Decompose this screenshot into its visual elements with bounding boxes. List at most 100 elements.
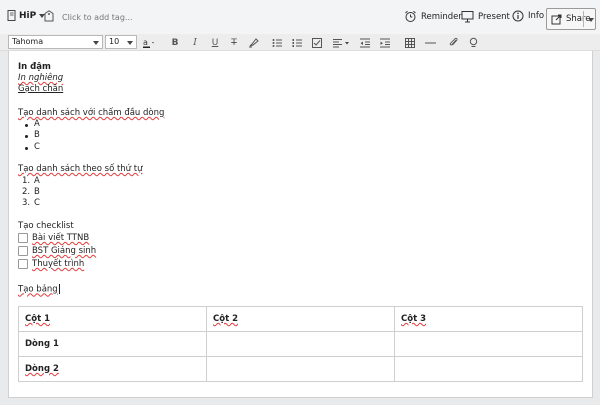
numbered-list-heading: Tạo danh sách theo số thứ tự xyxy=(18,164,143,174)
insert-table-button[interactable] xyxy=(403,36,417,49)
share-dropdown-icon[interactable] xyxy=(588,18,594,22)
underlined-text: Gạch chân xyxy=(18,84,64,94)
table-cell-text: Dòng 1 xyxy=(25,339,59,349)
underline-button[interactable]: U xyxy=(208,36,222,49)
outdent-icon xyxy=(359,38,370,47)
info-icon xyxy=(512,10,524,22)
table-cell[interactable] xyxy=(394,356,583,382)
table-cell[interactable] xyxy=(394,331,583,357)
bulb-icon xyxy=(469,37,477,47)
list-item: B xyxy=(34,130,40,140)
text-cursor xyxy=(58,284,60,294)
checklist-checkbox[interactable] xyxy=(18,246,28,256)
outdent-button[interactable] xyxy=(358,36,372,49)
add-tag-input[interactable]: Click to add tag... xyxy=(62,13,133,22)
highlighter-icon xyxy=(248,38,259,48)
table-cell[interactable]: Cột 2 xyxy=(206,306,395,332)
present-label: Present xyxy=(478,11,510,22)
table-cell-text: Cột 3 xyxy=(401,314,427,324)
checklist-item-text: BST Giáng sinh xyxy=(32,246,97,256)
table-heading-text: Tạo bảng xyxy=(18,284,58,295)
table-cell[interactable]: Dòng 2 xyxy=(18,356,207,382)
list-number: 2. xyxy=(22,187,31,197)
svg-text:a: a xyxy=(143,38,148,47)
table-cell[interactable]: Cột 3 xyxy=(394,306,583,332)
alarm-clock-icon xyxy=(405,10,416,22)
list-number: 1. xyxy=(22,176,31,186)
horizontal-rule-button[interactable] xyxy=(423,36,437,49)
notebook-icon xyxy=(7,10,16,21)
more-formatting-button[interactable] xyxy=(466,36,480,49)
list-item: B xyxy=(34,187,40,197)
share-icon xyxy=(551,14,562,25)
horizontal-rule-icon xyxy=(424,42,436,43)
bulleted-list-button[interactable] xyxy=(270,36,284,49)
chevron-down-icon xyxy=(127,41,133,45)
tag-icon[interactable] xyxy=(44,10,54,25)
numbered-list-heading-text: Tạo danh sách theo số thứ tự xyxy=(18,164,143,174)
font-size-value: 10 xyxy=(109,37,120,46)
presentation-icon xyxy=(461,11,474,23)
note-table[interactable]: Cột 1 Cột 2 Cột 3 Dòng 1 Dòng 2 xyxy=(18,306,583,382)
italic-button[interactable]: I xyxy=(188,36,202,49)
bullet-list-heading-text: Tạo danh sách với chấm đầu dòng xyxy=(18,108,165,118)
attach-file-button[interactable] xyxy=(446,36,460,49)
italic-text-value: In nghiêng xyxy=(18,73,64,83)
list-item: C xyxy=(34,198,40,208)
indent-icon xyxy=(379,38,390,47)
table-row: Cột 1 Cột 2 Cột 3 xyxy=(18,306,583,332)
table-cell[interactable]: Dòng 1 xyxy=(18,331,207,357)
bullet-list-icon xyxy=(272,38,282,47)
share-divider xyxy=(583,11,584,27)
highlight-button[interactable] xyxy=(246,36,260,49)
bullet-marker xyxy=(25,135,28,138)
list-item: A xyxy=(34,176,40,186)
checklist-heading: Tạo checklist xyxy=(18,221,74,231)
align-left-icon xyxy=(332,38,349,47)
checklist-item: Bài viết TTNB xyxy=(32,233,89,243)
table-cell-text: Cột 1 xyxy=(25,314,51,324)
notebook-name: HiP xyxy=(19,10,37,21)
font-family-value: Tahoma xyxy=(12,37,44,46)
checklist-item: Thuyết trình xyxy=(32,259,84,269)
reminder-button[interactable]: Reminder xyxy=(404,10,462,23)
checklist-checkbox[interactable] xyxy=(18,259,28,269)
text-color-icon: a xyxy=(143,38,154,48)
present-button[interactable]: Present xyxy=(461,10,510,23)
table-row: Dòng 1 xyxy=(18,331,583,357)
notebook-selector[interactable]: HiP xyxy=(7,10,46,21)
checkbox-button[interactable] xyxy=(310,36,324,49)
font-family-select[interactable]: Tahoma xyxy=(8,35,103,49)
numbered-list-icon xyxy=(292,38,302,47)
font-size-select[interactable]: 10 xyxy=(105,35,137,49)
text-color-button[interactable]: a xyxy=(142,36,156,49)
note-editor[interactable]: In đậm In nghiêng Gạch chân Tạo danh sác… xyxy=(8,51,593,398)
checklist-item: BST Giáng sinh xyxy=(32,246,96,256)
share-button[interactable]: Share xyxy=(546,8,596,30)
numbered-list-button[interactable] xyxy=(290,36,304,49)
checkbox-icon xyxy=(312,37,322,48)
info-label: Info xyxy=(528,11,545,21)
info-button[interactable]: Info xyxy=(512,10,544,22)
share-label: Share xyxy=(566,14,591,24)
table-cell-text: Dòng 2 xyxy=(25,364,59,374)
reminder-label: Reminder xyxy=(421,11,462,22)
table-cell[interactable]: Cột 1 xyxy=(18,306,207,332)
chevron-down-icon xyxy=(93,41,99,45)
table-icon xyxy=(405,37,415,48)
checklist-item-text: Bài viết TTNB xyxy=(32,233,90,243)
alignment-button[interactable] xyxy=(331,36,351,49)
note-header-bar: HiP Click to add tag... Reminder Present xyxy=(0,0,600,34)
strikethrough-button[interactable]: T xyxy=(227,36,241,49)
table-cell[interactable] xyxy=(206,331,395,357)
table-row: Dòng 2 xyxy=(18,356,583,382)
bold-button[interactable]: B xyxy=(168,36,182,49)
bullet-marker xyxy=(25,124,28,127)
table-cell[interactable] xyxy=(206,356,395,382)
checklist-item-text: Thuyết trình xyxy=(32,259,85,269)
bullet-list-heading: Tạo danh sách với chấm đầu dòng xyxy=(18,108,164,118)
formatting-toolbar: Tahoma 10 a B I U T xyxy=(0,34,600,51)
indent-button[interactable] xyxy=(378,36,392,49)
table-heading: Tạo bảng xyxy=(18,284,60,295)
checklist-checkbox[interactable] xyxy=(18,233,28,243)
